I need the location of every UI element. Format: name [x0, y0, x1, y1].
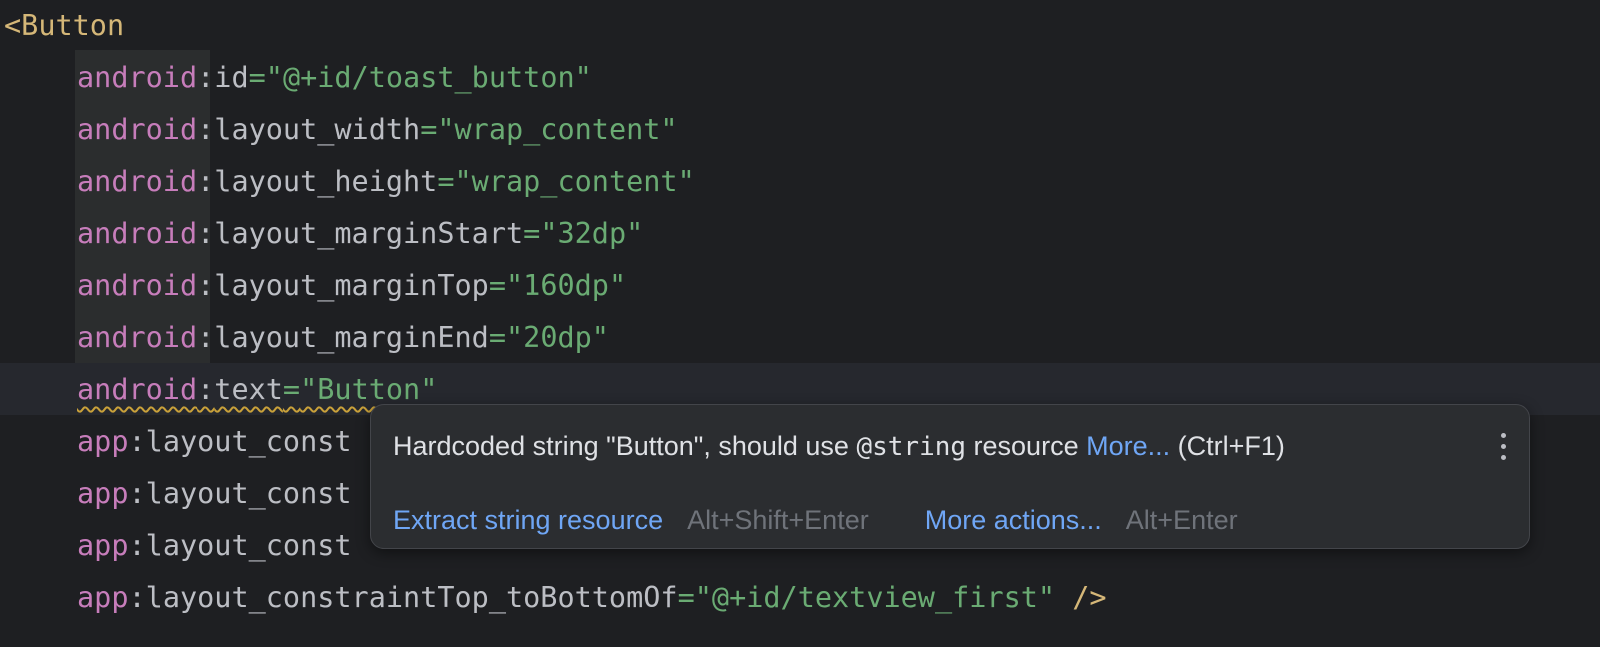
attr-name: layout_marginTop: [214, 269, 489, 302]
attr-namespace: android: [77, 269, 198, 302]
attr-namespace: android: [77, 113, 198, 146]
code-editor[interactable]: <Button android:id="@+id/toast_button" a…: [0, 0, 1600, 647]
attr-namespace: app: [77, 529, 129, 562]
more-actions-link[interactable]: More actions...: [925, 505, 1102, 536]
attr-name: text: [214, 373, 283, 406]
attr-equals: =: [420, 113, 438, 146]
attr-value: "wrap_content": [437, 113, 678, 146]
attr-colon: :: [128, 477, 146, 510]
attr-value: "160dp": [506, 269, 627, 302]
code-line[interactable]: <Button: [0, 0, 124, 52]
attr-name: layout_const: [145, 477, 352, 510]
inspection-popup: Hardcoded string "Button", should use @s…: [370, 404, 1530, 549]
tag-close: />: [1072, 581, 1107, 614]
attr-colon: :: [197, 269, 215, 302]
attr-namespace: app: [77, 477, 129, 510]
attr-value: "32dp": [540, 217, 644, 250]
attr-value: "20dp": [506, 321, 609, 354]
attr-equals: =: [282, 373, 301, 406]
attr-colon: :: [128, 581, 146, 614]
attr-colon: :: [197, 61, 215, 94]
tag-name: Button: [21, 9, 125, 42]
attr-value: "@+id/textview_first": [694, 581, 1056, 614]
warning-highlight[interactable]: android:text="Button": [77, 373, 437, 406]
attr-name: layout_const: [145, 425, 352, 458]
tag-bracket: <: [4, 9, 22, 42]
code-line-current[interactable]: android:text="Button": [0, 364, 437, 416]
code-line[interactable]: app:layout_const: [0, 416, 352, 468]
code-line[interactable]: android:layout_width="wrap_content": [0, 104, 678, 156]
attr-equals: =: [677, 581, 695, 614]
more-info-shortcut: (Ctrl+F1): [1170, 431, 1285, 461]
inspection-message: Hardcoded string "Button", should use @s…: [393, 431, 1285, 462]
code-line[interactable]: android:id="@+id/toast_button": [0, 52, 592, 104]
more-vertical-icon[interactable]: [1495, 429, 1511, 465]
attr-colon: :: [197, 321, 215, 354]
attr-namespace: app: [77, 581, 129, 614]
attr-name: layout_constraintTop_toBottomOf: [145, 581, 678, 614]
message-text: Hardcoded string "Button", should use: [393, 431, 857, 461]
attr-value: "@+id/toast_button": [265, 61, 592, 94]
attr-namespace: android: [77, 217, 198, 250]
attr-value: "Button": [300, 373, 438, 406]
attr-name: layout_width: [214, 113, 421, 146]
attr-namespace: app: [77, 425, 129, 458]
code-line[interactable]: app:layout_constraintTop_toBottomOf="@+i…: [0, 572, 1107, 624]
attr-equals: =: [523, 217, 541, 250]
attr-equals: =: [437, 165, 455, 198]
attr-equals: =: [488, 269, 506, 302]
action-shortcut: Alt+Enter: [1125, 505, 1238, 535]
attr-name: layout_marginEnd: [214, 321, 489, 354]
attr-colon: :: [197, 217, 215, 250]
code-line[interactable]: android:layout_height="wrap_content": [0, 156, 695, 208]
attr-colon: :: [197, 373, 215, 406]
attr-equals: =: [488, 321, 506, 354]
attr-colon: :: [128, 425, 146, 458]
attr-colon: :: [197, 165, 215, 198]
code-line[interactable]: android:layout_marginEnd="20dp": [0, 312, 609, 364]
attr-name: layout_const: [145, 529, 352, 562]
attr-namespace: android: [77, 61, 198, 94]
attr-namespace: android: [77, 373, 198, 406]
attr-name: layout_height: [214, 165, 438, 198]
code-line[interactable]: android:layout_marginStart="32dp": [0, 208, 643, 260]
more-info-link[interactable]: More...: [1086, 431, 1170, 461]
code-line[interactable]: android:layout_marginTop="160dp": [0, 260, 626, 312]
inspection-actions: Extract string resource Alt+Shift+Enter Mo…: [393, 505, 1238, 536]
attr-namespace: android: [77, 165, 198, 198]
attr-equals: =: [248, 61, 266, 94]
extract-string-resource-action[interactable]: Extract string resource: [393, 505, 663, 536]
message-text-end: resource: [966, 431, 1087, 461]
attr-colon: :: [197, 113, 215, 146]
action-shortcut: Alt+Shift+Enter: [687, 505, 869, 535]
code-line[interactable]: app:layout_const: [0, 468, 352, 520]
attr-value: "wrap_content": [454, 165, 695, 198]
code-line[interactable]: app:layout_const: [0, 520, 352, 572]
attr-namespace: android: [77, 321, 198, 354]
attr-name: id: [214, 61, 249, 94]
attr-name: layout_marginStart: [214, 217, 524, 250]
message-code: @string: [856, 432, 967, 462]
attr-colon: :: [128, 529, 146, 562]
